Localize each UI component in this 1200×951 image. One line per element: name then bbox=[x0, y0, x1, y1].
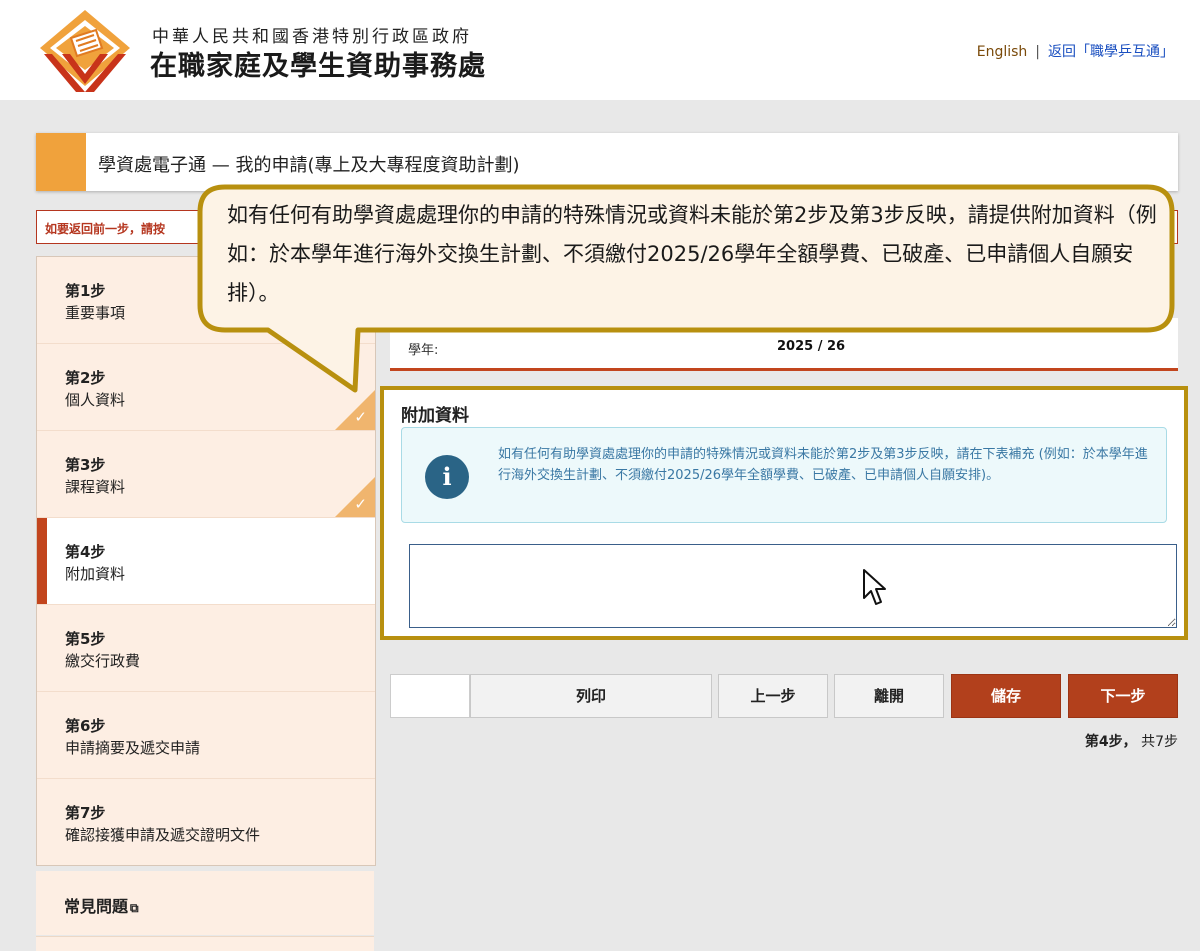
step-7[interactable]: 第7步 確認接獲申請及遞交證明文件 bbox=[37, 779, 375, 865]
step-4[interactable]: 第4步 附加資料 bbox=[37, 518, 375, 605]
agency-logo[interactable] bbox=[38, 8, 132, 94]
info-alert-text: 如有任何有助學資處處理你的申請的特殊情況或資料未能於第2步及第3步反映，請在下表… bbox=[498, 447, 1148, 483]
checkmark-icon: ✓ bbox=[354, 408, 367, 426]
step-number: 第3步 bbox=[65, 456, 106, 474]
step-label: 個人資料 bbox=[65, 391, 126, 409]
info-alert: i 如有任何有助學資處處理你的申請的特殊情況或資料未能於第2步及第3步反映，請在… bbox=[401, 427, 1167, 523]
step-number: 第5步 bbox=[65, 630, 106, 648]
back-notice-text: 如要返回前一步，請按 bbox=[45, 222, 166, 236]
mouse-pointer-icon bbox=[863, 569, 886, 605]
top-links: English | 返回「職學乒互通」 bbox=[977, 41, 1174, 61]
page-title: 學資處電子通 — 我的申請(專上及大專程度資助計劃) bbox=[98, 155, 520, 176]
academic-year-label: 學年: bbox=[408, 343, 439, 358]
step-3[interactable]: 第3步 課程資料 ✓ bbox=[37, 431, 375, 518]
step-label: 申請摘要及遞交申請 bbox=[65, 739, 201, 757]
link-separator: | bbox=[1035, 44, 1040, 60]
step-counter-total: 共7步 bbox=[1141, 734, 1178, 750]
step-counter-current: 第4步， bbox=[1084, 734, 1137, 750]
additional-info-textarea[interactable] bbox=[409, 544, 1177, 628]
checkmark-icon: ✓ bbox=[354, 495, 367, 513]
blank-button-slot bbox=[390, 674, 470, 718]
academic-year-value: 2025 / 26 bbox=[777, 339, 846, 354]
info-icon: i bbox=[425, 455, 469, 499]
title-accent bbox=[36, 133, 86, 191]
step-number: 第7步 bbox=[65, 804, 106, 822]
leave-button[interactable]: 離開 bbox=[834, 674, 944, 718]
external-link-icon: ⧉ bbox=[130, 901, 139, 915]
step-label: 課程資料 bbox=[65, 478, 126, 496]
step-label: 附加資料 bbox=[65, 565, 126, 583]
page-title-bar: 學資處電子通 — 我的申請(專上及大專程度資助計劃) bbox=[36, 133, 1178, 191]
next-step-button[interactable]: 下一步 bbox=[1068, 674, 1178, 718]
site-header: 中華人民共和國香港特別行政區政府 在職家庭及學生資助事務處 English | 返回… bbox=[0, 0, 1200, 100]
step-label: 繳交行政費 bbox=[65, 652, 141, 670]
steps-sidebar: 第1步 重要事項 第2步 個人資料 ✓ 第3步 課程資料 ✓ 第4步 附加資料 … bbox=[36, 256, 376, 866]
print-button[interactable]: 列印 bbox=[470, 674, 712, 718]
english-link[interactable]: English bbox=[977, 44, 1028, 60]
additional-info-panel: 附加資料 i 如有任何有助學資處處理你的申請的特殊情況或資料未能於第2步及第3步… bbox=[380, 386, 1188, 640]
active-step-indicator bbox=[37, 518, 47, 604]
sidebar-footer bbox=[36, 936, 374, 951]
step-label: 重要事項 bbox=[65, 304, 126, 322]
step-label: 確認接獲申請及遞交證明文件 bbox=[65, 826, 261, 844]
faq-link[interactable]: 常見問題 ⧉ bbox=[36, 871, 374, 935]
step-number: 第4步 bbox=[65, 543, 106, 561]
step-number: 第2步 bbox=[65, 369, 106, 387]
save-button[interactable]: 儲存 bbox=[951, 674, 1061, 718]
faq-label: 常見問題 bbox=[64, 897, 129, 916]
step-counter: 第4步， 共7步 bbox=[1085, 731, 1178, 751]
step-2[interactable]: 第2步 個人資料 ✓ bbox=[37, 344, 375, 431]
step-6[interactable]: 第6步 申請摘要及遞交申請 bbox=[37, 692, 375, 779]
step-number: 第6步 bbox=[65, 717, 106, 735]
back-to-portal-link[interactable]: 返回「職學乒互通」 bbox=[1048, 44, 1174, 60]
additional-info-heading: 附加資料 bbox=[401, 406, 469, 426]
previous-step-button[interactable]: 上一步 bbox=[718, 674, 828, 718]
action-buttons: 列印 上一步 離開 儲存 下一步 bbox=[390, 672, 1178, 718]
agency-name-line2: 在職家庭及學生資助事務處 bbox=[150, 51, 486, 82]
step-5[interactable]: 第5步 繳交行政費 bbox=[37, 605, 375, 692]
step-number: 第1步 bbox=[65, 282, 106, 300]
academic-year-row: 學年: 2025 / 26 bbox=[390, 318, 1178, 371]
callout-text: 如有任何有助學資處處理你的申請的特殊情況或資料未能於第2步及第3步反映，請提供附… bbox=[227, 203, 1157, 305]
